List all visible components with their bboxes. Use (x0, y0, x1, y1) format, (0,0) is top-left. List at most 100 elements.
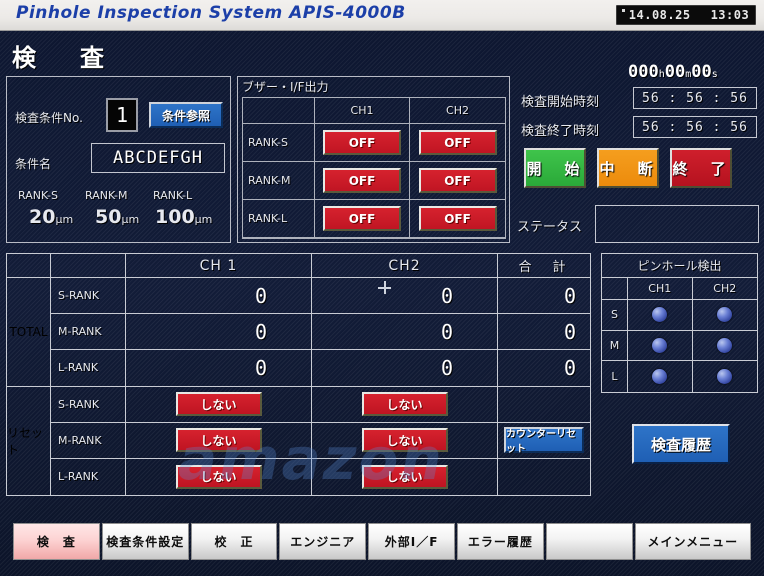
buzzer-cell-s-ch2: OFF (410, 124, 505, 162)
inspection-start-time-label: 検査開始時刻 (521, 95, 600, 110)
pinhole-row-label-s: S (602, 300, 628, 331)
stop-button[interactable]: 終 了 (670, 148, 732, 188)
counter-reset-row-label-l: L-RANK (51, 458, 126, 495)
counter-reset-toggle-l-ch1[interactable]: しない (175, 464, 262, 489)
rank-s-value-group: 20μm (29, 206, 73, 228)
elapsed-hours: 000 (628, 62, 659, 82)
counter-reset-toggle-m-ch2[interactable]: しない (361, 428, 448, 453)
buzzer-toggle-l-ch1[interactable]: OFF (323, 206, 401, 231)
buzzer-cell-s-ch1: OFF (315, 124, 410, 162)
condition-name-label: 条件名 (15, 157, 52, 171)
counter-reset-toggle-s-ch1[interactable]: しない (175, 392, 262, 417)
status-value-box (595, 205, 759, 243)
pinhole-lamp-icon-l-ch2 (717, 369, 733, 385)
counter-reset-s-ch2-cell: しない (312, 386, 498, 423)
rank-s-unit: μm (55, 213, 74, 226)
counter-total-s-ch1: 0 (254, 283, 267, 308)
tab-error-history[interactable]: エラー履歴 (456, 523, 544, 560)
tab-engineer[interactable]: エンジニア (279, 523, 367, 560)
tab-calibration[interactable]: 校 正 (190, 523, 278, 560)
rank-s-value: 20 (29, 206, 56, 228)
pinhole-cell-m-ch2 (692, 331, 757, 362)
counter-table-corner-2 (51, 254, 126, 278)
pinhole-header-ch1: CH1 (628, 278, 693, 300)
pinhole-panel-title: ピンホール検出 (602, 254, 757, 278)
page-title: 検 査 (12, 44, 114, 72)
counter-table: CH 1 CH2 合 計 TOTAL S-RANK 0 0 0 M-RANK 0… (6, 253, 591, 496)
condition-reference-button[interactable]: 条件参照 (149, 102, 223, 128)
buzzer-toggle-s-ch1[interactable]: OFF (323, 130, 401, 155)
counter-reset-toggle-s-ch2[interactable]: しない (361, 392, 448, 417)
counter-total-m-ch2-cell: 0 (312, 314, 498, 351)
clock-time: 13:03 (710, 8, 750, 22)
counter-reset-toggle-l-ch2[interactable]: しない (361, 464, 448, 489)
buzzer-toggle-s-ch2[interactable]: OFF (418, 130, 497, 155)
counter-total-m-sum-cell: 0 (498, 314, 590, 351)
counter-total-s-ch2: 0 (440, 283, 453, 308)
pause-button[interactable]: 中 断 (597, 148, 659, 188)
counter-total-s-ch2-cell: 0 (312, 278, 498, 315)
clock-indicator-dot (622, 9, 625, 12)
tab-condition-settings[interactable]: 検査条件設定 (101, 523, 189, 560)
counter-reset-m-ch1-cell: しない (126, 422, 312, 459)
inspection-history-button[interactable]: 検査履歴 (632, 424, 730, 464)
buzzer-row-label-rank-s: RANK-S (243, 124, 315, 162)
start-button[interactable]: 開 始 (524, 148, 586, 188)
condition-number-label: 検査条件No. (15, 111, 83, 125)
counter-reset-m-sum-cell: カウンターリセット (498, 423, 590, 459)
status-label: ステータス (517, 220, 583, 235)
pinhole-header-ch2: CH2 (692, 278, 757, 300)
counter-group-reset-label: リセット (7, 386, 51, 495)
rank-m-value-group: 50μm (95, 206, 139, 228)
inspection-start-time-value: 56 : 56 : 56 (633, 87, 757, 109)
buzzer-toggle-l-ch2[interactable]: OFF (418, 206, 497, 231)
buzzer-row-label-rank-m: RANK-M (243, 162, 315, 200)
counter-total-row-label-m: M-RANK (51, 314, 126, 351)
clock-date: 14.08.25 (628, 8, 691, 22)
counter-reset-button[interactable]: カウンターリセット (504, 427, 584, 455)
buzzer-toggle-m-ch1[interactable]: OFF (323, 168, 401, 193)
buzzer-header-ch2: CH2 (410, 98, 505, 124)
counter-total-row-label-l: L-RANK (51, 350, 126, 387)
counter-reset-l-sum-cell (498, 459, 590, 495)
app-title: Pinhole Inspection System APIS-4000B (16, 3, 406, 23)
pinhole-lamp-icon-s-ch2 (717, 307, 733, 323)
counter-total-s-sum-cell: 0 (498, 278, 590, 315)
condition-number-value: 1 (115, 103, 129, 127)
buzzer-cell-m-ch1: OFF (315, 162, 410, 200)
bottom-tab-bar: 検 査 検査条件設定 校 正 エンジニア 外部I／F エラー履歴 メインメニュー (13, 523, 752, 560)
counter-total-s-ch1-cell: 0 (126, 278, 312, 315)
condition-name-field[interactable]: ABCDEFGH (91, 143, 225, 173)
rank-m-value: 50 (95, 206, 122, 228)
counter-total-m-sum: 0 (563, 319, 576, 344)
buzzer-cell-l-ch1: OFF (315, 200, 410, 238)
counter-total-m-ch2: 0 (440, 319, 453, 344)
counter-reset-m-ch2-cell: しない (312, 422, 498, 459)
tab-inspection[interactable]: 検 査 (13, 523, 100, 560)
buzzer-corner-cell (243, 98, 315, 124)
buzzer-grid: CH1 CH2 RANK-S OFF OFF RANK-M OFF OFF RA… (242, 97, 506, 239)
tab-main-menu[interactable]: メインメニュー (634, 523, 752, 560)
tab-empty[interactable] (545, 523, 633, 560)
counter-total-l-sum-cell: 0 (498, 350, 590, 387)
counter-reset-toggle-m-ch1[interactable]: しない (175, 428, 262, 453)
buzzer-if-output-panel: ブザー・I/F出力 CH1 CH2 RANK-S OFF OFF RANK-M … (237, 76, 510, 243)
pinhole-cell-m-ch1 (628, 330, 693, 362)
pinhole-corner-cell (602, 278, 628, 300)
counter-reset-l-ch1-cell: しない (126, 458, 312, 495)
counter-reset-l-ch2-cell: しない (312, 458, 498, 495)
elapsed-timer-readout: 000h00m00s (628, 62, 718, 82)
buzzer-toggle-m-ch2[interactable]: OFF (418, 168, 497, 193)
condition-number-field[interactable]: 1 (106, 98, 138, 132)
clock-display: 14.08.25 13:03 (616, 5, 756, 25)
title-bar: Pinhole Inspection System APIS-4000B 14.… (0, 0, 764, 31)
buzzer-header-ch1: CH1 (315, 98, 410, 124)
counter-reset-row-label-s: S-RANK (51, 386, 126, 423)
counter-total-m-ch1-cell: 0 (126, 314, 312, 351)
rank-l-value: 100 (155, 206, 195, 228)
pinhole-row-label-m: M (602, 330, 628, 362)
application-screen: Pinhole Inspection System APIS-4000B 14.… (0, 0, 764, 576)
buzzer-cell-m-ch2: OFF (410, 162, 505, 200)
pinhole-cell-l-ch1 (628, 361, 693, 392)
tab-external-if[interactable]: 外部I／F (368, 523, 455, 560)
